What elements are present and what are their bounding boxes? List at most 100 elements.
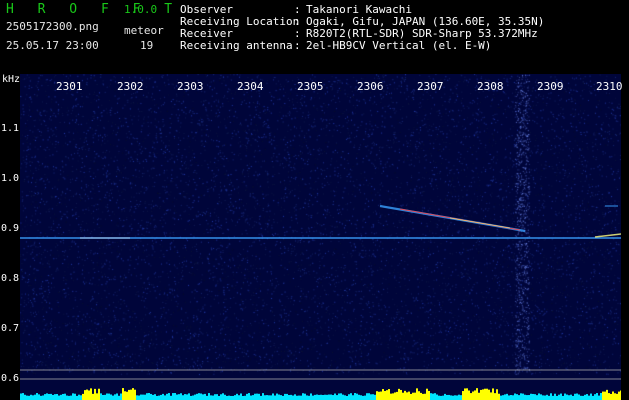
signal-level-bar [568,395,570,400]
signal-level-bar [604,391,606,400]
signal-level-bar [460,395,462,400]
signal-level-bar [402,392,404,400]
signal-level-bar [38,394,40,400]
signal-level-bar [426,388,428,400]
signal-level-bar [474,390,476,400]
y-tick-label: 1.0 [1,173,20,184]
signal-level-bar [620,390,621,400]
signal-level-bar [210,395,212,400]
signal-level-bar [536,395,538,400]
x-tick-label: 2304 [237,80,264,93]
x-tick-label: 2309 [537,80,564,93]
signal-level-bar [416,388,418,400]
signal-level-bar [340,393,342,400]
signal-level-bar [290,394,292,400]
signal-level-bar [400,389,402,400]
signal-level-bar [190,395,192,400]
signal-level-bar [126,391,128,400]
signal-level-bar [508,395,510,400]
signal-level-bar [44,394,46,400]
signal-level-bar [562,395,564,400]
signal-level-bar [166,393,168,400]
signal-level-bar [370,394,372,400]
signal-level-bar [278,394,280,400]
signal-level-bar [238,395,240,400]
signal-level-bar [394,392,396,400]
signal-level-bar [418,391,420,400]
signal-level-bar [482,389,484,400]
signal-level-bar [374,394,376,400]
signal-level-bar [520,393,522,400]
signal-level-bar [428,390,430,400]
signal-level-bar [452,395,454,400]
signal-level-bar [298,395,300,400]
signal-level-bar [192,395,194,400]
signal-level-bar [282,395,284,400]
signal-level-bar [214,394,216,400]
signal-level-bar [462,391,464,400]
signal-level-bar [188,393,190,400]
spectrogram [20,74,621,400]
signal-level-bar [140,394,142,400]
signal-level-bar [94,388,96,400]
signal-level-bar [564,393,566,400]
signal-level-bar [218,395,220,400]
signal-level-bar [226,395,228,400]
signal-level-bar [526,395,528,400]
signal-level-bar [292,395,294,400]
signal-level-bar [110,394,112,400]
signal-level-bar [492,388,494,400]
signal-level-bar [450,395,452,400]
signal-level-bar [582,395,584,400]
signal-level-bar [392,393,394,400]
signal-level-bar [352,395,354,400]
signal-level-bar [316,394,318,400]
signal-level-bar [486,388,488,400]
signal-level-bar [584,394,586,400]
signal-level-bar [102,394,104,400]
signal-level-bar [588,395,590,400]
signal-level-bar [88,390,90,400]
signal-level-bar [138,395,140,400]
signal-level-bar [136,395,138,400]
signal-level-bar [358,394,360,400]
signal-level-bar [456,395,458,400]
info-value: 2el-HB9CV Vertical (el. E-W) [306,39,492,52]
signal-level-bar [252,395,254,400]
signal-level-bar [500,395,502,400]
signal-level-bar [270,395,272,400]
signal-level-bar [170,395,172,400]
signal-level-bar [334,393,336,400]
signal-level-bar [244,395,246,400]
signal-level-bar [496,389,498,400]
signal-level-bar [112,395,114,400]
signal-level-bar [184,394,186,400]
signal-level-bar [436,394,438,400]
meteor-count: 19 [140,39,154,52]
signal-level-bar [236,393,238,400]
signal-level-bar [46,393,48,400]
signal-level-bar [196,393,198,400]
signal-level-bar [404,390,406,400]
signal-level-bar [130,389,132,400]
signal-level-bar [612,391,614,400]
signal-level-bar [142,394,144,400]
signal-level-bar [606,389,608,400]
signal-level-bar [354,393,356,400]
signal-level-bar [194,394,196,400]
signal-level-bar [580,395,582,400]
signal-level-bar [234,395,236,400]
signal-level-bar [152,394,154,400]
signal-level-bar [66,395,68,400]
info-key: Receiving antenna [180,39,293,52]
signal-level-bar [228,395,230,400]
signal-level-bar [390,393,392,400]
signal-level-bar [28,395,30,400]
signal-level-bar [320,394,322,400]
signal-level-bar [368,393,370,400]
signal-level-bar [414,392,416,400]
signal-level-bar [100,393,102,400]
signal-level-bar [364,395,366,400]
signal-level-bar [514,393,516,400]
signal-level-bar [144,394,146,400]
